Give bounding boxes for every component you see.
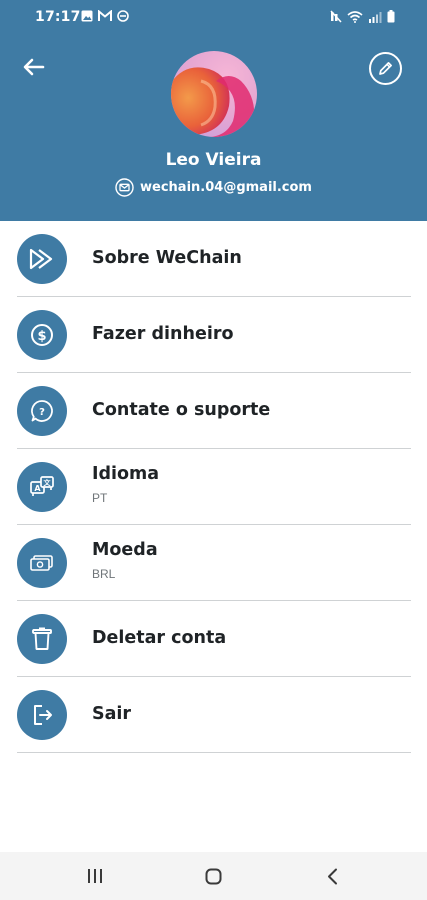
- settings-menu: Sobre WeChain $ Fazer dinheiro ? Contate…: [0, 221, 427, 753]
- home-icon[interactable]: [205, 868, 222, 885]
- menu-item-contact-support[interactable]: ? Contate o suporte: [0, 373, 427, 449]
- menu-item-label: Contate o suporte: [92, 400, 271, 420]
- menu-item-icon-circle: [17, 690, 67, 740]
- system-nav-bar: [0, 852, 427, 900]
- menu-item-delete-account[interactable]: Deletar conta: [0, 601, 427, 677]
- status-left-icons: [81, 10, 129, 22]
- menu-item-icon-circle: $: [17, 310, 67, 360]
- divider: [17, 751, 411, 753]
- menu-item-currency[interactable]: Moeda BRL: [0, 525, 427, 601]
- menu-item-label: Sair: [92, 704, 132, 724]
- menu-item-icon-circle: [17, 538, 67, 588]
- user-email: wechain.04@gmail.com: [140, 180, 312, 195]
- svg-text:文: 文: [44, 478, 52, 487]
- menu-item-icon-circle: A文: [17, 462, 67, 512]
- menu-item-language[interactable]: A文 Idioma PT: [0, 449, 427, 525]
- menu-item-icon-circle: ?: [17, 386, 67, 436]
- user-name: Leo Vieira: [165, 150, 262, 170]
- menu-item-icon-circle: [17, 614, 67, 664]
- mute-icon: [330, 10, 342, 23]
- back-icon[interactable]: [326, 868, 340, 885]
- help-chat-icon: ?: [31, 400, 53, 422]
- envelope-icon: [115, 178, 134, 197]
- menu-item-label: Deletar conta: [92, 628, 227, 648]
- user-email-row: wechain.04@gmail.com: [0, 178, 427, 197]
- avatar[interactable]: [171, 51, 257, 137]
- gallery-icon: [81, 10, 93, 22]
- menu-item-icon-circle: [17, 234, 67, 284]
- back-button[interactable]: [20, 55, 48, 79]
- trash-icon: [32, 627, 52, 650]
- profile-header: 17:17 Leo Vieira wechain.04@gmail.com: [0, 0, 427, 221]
- arrow-left-icon: [23, 58, 45, 76]
- gmail-icon: [98, 10, 112, 21]
- menu-item-label: Moeda: [92, 540, 158, 560]
- menu-item-logout[interactable]: Sair: [0, 677, 427, 753]
- svg-text:$: $: [37, 329, 46, 344]
- signal-icon: [369, 11, 382, 23]
- svg-text:?: ?: [39, 407, 45, 418]
- menu-item-value: BRL: [92, 567, 116, 581]
- logout-icon: [34, 705, 52, 725]
- pencil-icon: [379, 62, 392, 75]
- wifi-icon: [347, 10, 363, 23]
- menu-item-make-money[interactable]: $ Fazer dinheiro: [0, 297, 427, 373]
- menu-item-label: Sobre WeChain: [92, 248, 242, 268]
- battery-icon: [387, 10, 395, 23]
- status-time: 17:17: [35, 9, 81, 25]
- do-not-disturb-icon: [117, 10, 129, 22]
- status-right-icons: [330, 10, 395, 23]
- translate-icon: A文: [30, 476, 54, 496]
- banknote-icon: [30, 555, 53, 571]
- recent-apps-icon[interactable]: [86, 868, 104, 884]
- menu-item-label: Fazer dinheiro: [92, 324, 234, 344]
- menu-item-value: PT: [92, 491, 108, 505]
- play-forward-icon: [29, 248, 53, 270]
- edit-profile-button[interactable]: [369, 52, 402, 85]
- menu-item-about[interactable]: Sobre WeChain: [0, 221, 427, 297]
- status-bar: 17:17: [0, 0, 427, 34]
- dollar-coin-icon: $: [31, 324, 53, 346]
- menu-item-label: Idioma: [92, 464, 160, 484]
